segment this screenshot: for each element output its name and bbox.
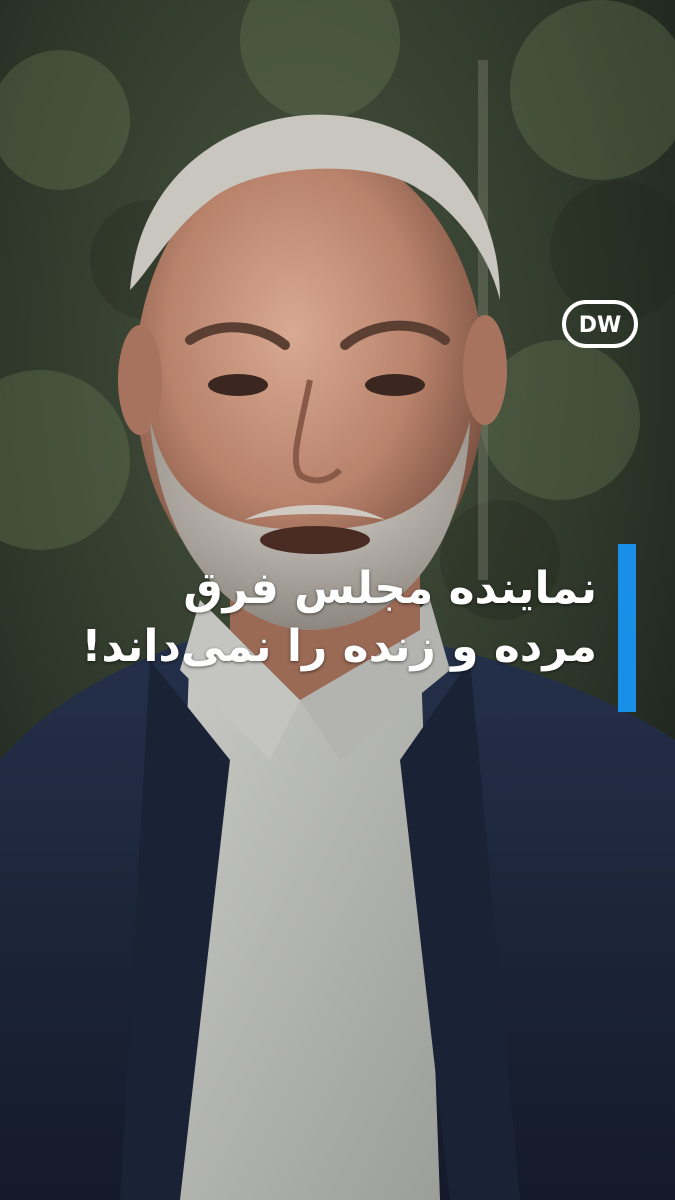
dw-logo-text: DW	[579, 313, 622, 338]
video-frame: DW نماینده مجلس فرق مرده و زنده را نمی‌د…	[0, 0, 675, 1200]
headline-line-1: نماینده مجلس فرق	[183, 563, 597, 614]
dw-logo: DW	[562, 296, 638, 352]
headline: نماینده مجلس فرق مرده و زنده را نمی‌داند…	[77, 560, 597, 676]
headline-line-2: مرده و زنده را نمی‌داند!	[81, 621, 597, 672]
headline-accent-bar	[618, 544, 636, 712]
